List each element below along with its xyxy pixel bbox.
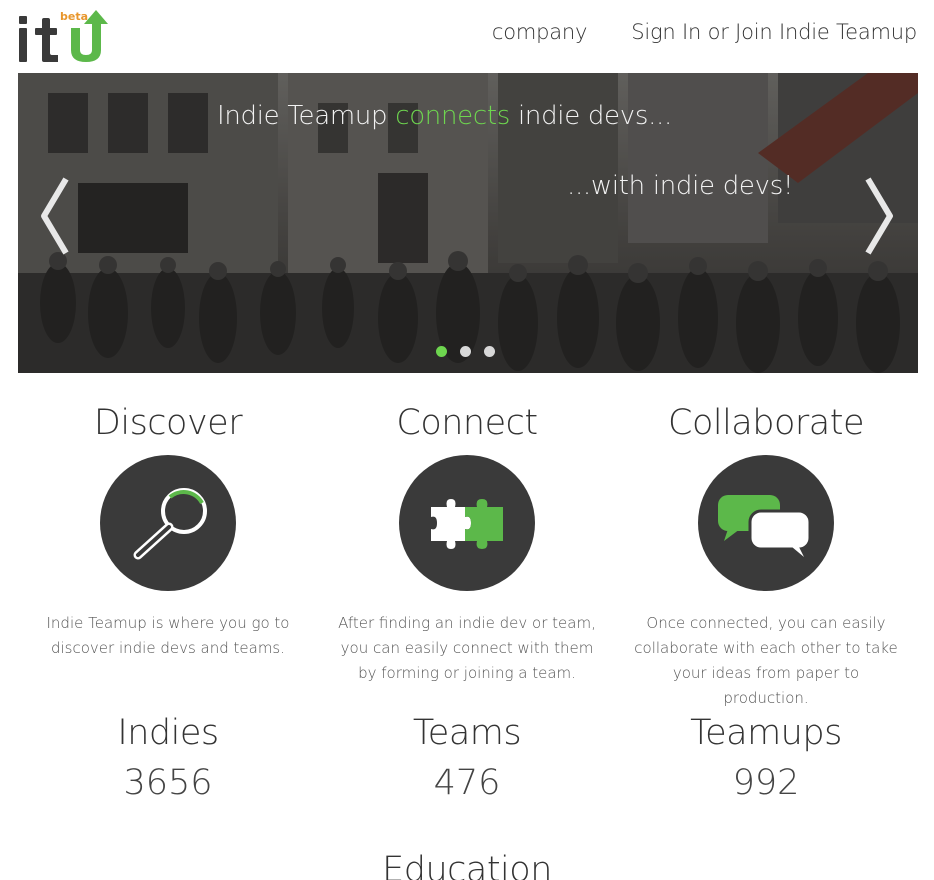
- feature-connect: Connect After finding an indie dev or te…: [317, 400, 617, 686]
- hero-headline-post: indie devs...: [510, 101, 672, 131]
- feature-title: Discover: [93, 403, 243, 443]
- puzzle-icon: [431, 499, 503, 549]
- feature-collaborate: Collaborate Once connected, you can easi…: [616, 400, 916, 711]
- chat-bubbles-icon: [718, 495, 812, 557]
- top-nav: company Sign In or Join Indie Teamup: [492, 20, 917, 44]
- hero-subheadline: ...with indie devs!: [567, 171, 794, 201]
- feature-discover: Discover Indie Teamup is where you go to…: [18, 400, 318, 661]
- beta-badge: beta: [60, 10, 88, 23]
- header: beta company Sign In or Join Indie Teamu…: [0, 0, 934, 72]
- stat-indies: Indies 3656: [18, 710, 318, 810]
- nav-sign-in-link[interactable]: Sign In or Join Indie Teamup: [631, 20, 917, 44]
- itu-logo[interactable]: beta: [16, 6, 126, 66]
- carousel-dot-1[interactable]: [436, 346, 447, 357]
- hero-headline-pre: Indie Teamup: [217, 101, 396, 131]
- hero-headline: Indie Teamup connects indie devs...: [217, 101, 672, 131]
- feature-description: Once connected, you can easily collabora…: [634, 614, 898, 707]
- education-section-title: Education: [382, 850, 552, 880]
- feature-icon-circle: [698, 455, 834, 591]
- chevron-right-icon: [865, 177, 893, 255]
- stat-label: Indies: [117, 713, 219, 753]
- stat-label: Teams: [412, 713, 522, 753]
- feature-title: Collaborate: [668, 403, 864, 443]
- hero-carousel: Indie Teamup connects indie devs... ...w…: [18, 73, 918, 373]
- hero-headline-accent: connects: [395, 101, 510, 131]
- stat-value: 3656: [123, 763, 213, 803]
- feature-description: After finding an indie dev or team, you …: [338, 614, 596, 682]
- carousel-dot-2[interactable]: [460, 346, 471, 357]
- stat-value: 992: [732, 763, 800, 803]
- carousel-indicators: [436, 346, 495, 357]
- feature-icon-circle: [399, 455, 535, 591]
- feature-description: Indie Teamup is where you go to discover…: [46, 614, 290, 657]
- stat-value: 476: [433, 763, 501, 803]
- stat-teamups: Teamups 992: [616, 710, 916, 810]
- chevron-left-icon: [41, 177, 69, 255]
- magnifier-icon: [133, 488, 207, 560]
- stat-teams: Teams 476: [317, 710, 617, 810]
- feature-title: Connect: [396, 403, 538, 443]
- carousel-dot-3[interactable]: [484, 346, 495, 357]
- carousel-prev-button[interactable]: [36, 171, 76, 261]
- carousel-next-button[interactable]: [858, 171, 898, 261]
- feature-icon-circle: [100, 455, 236, 591]
- nav-company-link[interactable]: company: [492, 20, 588, 44]
- logo-mark: beta: [19, 10, 108, 62]
- stat-label: Teamups: [690, 713, 842, 753]
